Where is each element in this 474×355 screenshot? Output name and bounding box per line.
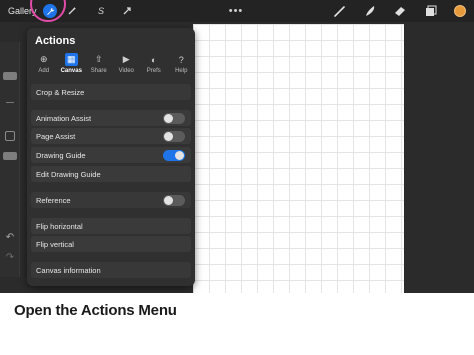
- flip-horizontal-item[interactable]: Flip horizontal: [31, 218, 191, 234]
- smudge-button[interactable]: [361, 0, 379, 22]
- add-icon: ⊕: [39, 54, 48, 64]
- edit-drawing-guide-item[interactable]: Edit Drawing Guide: [31, 166, 191, 182]
- page-assist-toggle[interactable]: [163, 131, 185, 142]
- brush-size-slider[interactable]: [3, 72, 17, 80]
- transform-button[interactable]: [119, 0, 135, 22]
- tab-video[interactable]: ▶ Video: [113, 53, 141, 78]
- caption: Open the Actions Menu: [14, 302, 177, 319]
- item-label: Flip horizontal: [36, 221, 83, 231]
- flip-vertical-item[interactable]: Flip vertical: [31, 236, 191, 252]
- item-label: Drawing Guide: [36, 150, 86, 160]
- item-label: Reference: [36, 195, 71, 205]
- tab-label: Help: [175, 68, 188, 74]
- left-sidebar: ↶ ↷: [0, 42, 20, 277]
- item-label: Page Assist: [36, 131, 76, 141]
- reference-toggle[interactable]: [163, 195, 185, 206]
- panel-title: Actions: [35, 35, 76, 47]
- item-label: Flip vertical: [36, 239, 74, 249]
- eraser-button[interactable]: [391, 0, 409, 22]
- reference-item: Reference: [31, 192, 191, 208]
- brush-opacity-slider[interactable]: [3, 152, 17, 160]
- tab-label: Add: [38, 68, 50, 74]
- drawing-guide-item: Drawing Guide: [31, 147, 191, 163]
- item-label: Edit Drawing Guide: [36, 169, 101, 179]
- brush-icon: [334, 6, 345, 17]
- tab-share[interactable]: ⇧ Share: [85, 53, 113, 78]
- animation-assist-toggle[interactable]: [163, 113, 185, 124]
- procreate-app: Gallery S ••• ↶ ↷ Actions ⊕ Add ▦ Canvas…: [0, 0, 474, 293]
- share-icon: ⇧: [94, 54, 103, 64]
- crop-resize-item[interactable]: Crop & Resize: [31, 84, 191, 100]
- tab-label: Video: [118, 68, 134, 74]
- drawing-canvas[interactable]: [193, 24, 404, 293]
- undo-icon[interactable]: ↶: [4, 232, 16, 243]
- canvas-icon: ▦: [64, 53, 78, 66]
- top-toolbar: Gallery S •••: [0, 0, 474, 22]
- color-swatch-icon: [454, 5, 466, 17]
- page-assist-item: Page Assist: [31, 128, 191, 144]
- canvas-information-item[interactable]: Canvas information: [31, 262, 191, 278]
- drawing-guide-toggle[interactable]: [163, 150, 185, 161]
- layers-button[interactable]: [423, 0, 439, 22]
- tab-help[interactable]: ? Help: [168, 53, 196, 78]
- layers-icon: [426, 5, 437, 16]
- adjustments-button[interactable]: [64, 0, 80, 22]
- actions-panel: Actions ⊕ Add ▦ Canvas ⇧ Share ▶ Video ◐…: [27, 28, 195, 286]
- color-button[interactable]: [452, 0, 468, 22]
- item-label: Crop & Resize: [36, 87, 85, 97]
- item-label: Canvas information: [36, 265, 101, 275]
- tab-canvas[interactable]: ▦ Canvas: [58, 53, 86, 78]
- smudge-icon: [366, 6, 375, 16]
- prefs-icon: ◐: [151, 54, 157, 65]
- tab-add[interactable]: ⊕ Add: [30, 53, 58, 78]
- eraser-icon: [395, 7, 405, 16]
- animation-assist-item: Animation Assist: [31, 110, 191, 126]
- sidebar-divider: [6, 102, 14, 103]
- selection-icon: S: [97, 6, 104, 16]
- redo-icon[interactable]: ↷: [4, 252, 16, 263]
- selection-button[interactable]: S: [93, 0, 109, 22]
- magic-wand-icon: [68, 7, 76, 15]
- brush-button[interactable]: [331, 0, 349, 22]
- transform-icon: [123, 7, 131, 15]
- video-icon: ▶: [122, 54, 130, 64]
- more-menu[interactable]: •••: [226, 0, 246, 22]
- tab-label: Prefs: [146, 68, 161, 74]
- modify-button[interactable]: [5, 131, 15, 141]
- help-icon: ?: [178, 54, 184, 65]
- tab-label: Canvas: [60, 68, 82, 74]
- tab-label: Share: [90, 68, 107, 74]
- item-label: Animation Assist: [36, 113, 92, 123]
- actions-tabs: ⊕ Add ▦ Canvas ⇧ Share ▶ Video ◐ Prefs ?…: [27, 53, 195, 78]
- tab-prefs[interactable]: ◐ Prefs: [140, 53, 168, 78]
